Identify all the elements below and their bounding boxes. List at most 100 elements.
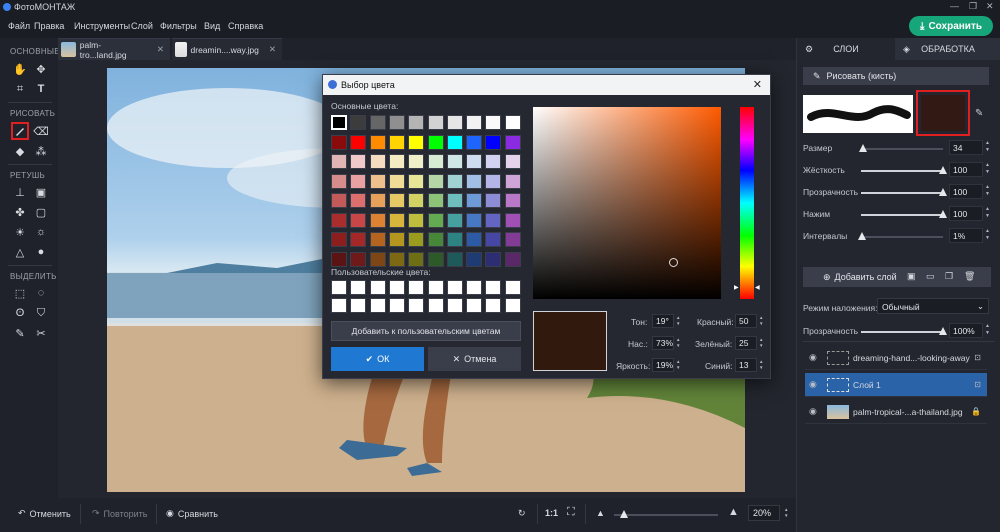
custom-color-swatch[interactable]	[446, 280, 463, 295]
actual-size-button[interactable]: 1:1	[545, 508, 558, 518]
zoom-slider[interactable]	[614, 510, 718, 518]
unlock-icon[interactable]: ⊡	[974, 353, 981, 362]
basic-color-swatch[interactable]	[427, 115, 444, 130]
doc-tab-dreaming[interactable]: dreamin....way.jpg ✕	[172, 38, 282, 60]
basic-color-swatch[interactable]	[369, 115, 386, 130]
brightness-input[interactable]: 19%	[652, 358, 674, 372]
add-layer-button[interactable]: ⊕ Добавить слой	[803, 267, 991, 287]
shapes-tool-icon[interactable]: ⁂	[33, 143, 49, 159]
basic-color-swatch[interactable]	[331, 154, 347, 169]
basic-color-swatch[interactable]	[427, 154, 444, 169]
basic-color-swatch[interactable]	[350, 115, 367, 130]
basic-color-swatch[interactable]	[369, 193, 386, 208]
layer-row-dreaming[interactable]: ◉ dreaming-hand...-looking-away ⊡	[805, 346, 987, 370]
brush-slider[interactable]	[858, 144, 943, 152]
basic-color-swatch[interactable]	[408, 232, 425, 247]
hue-spinner-icon[interactable]: ▲ ▼	[676, 315, 680, 327]
custom-color-swatch[interactable]	[350, 280, 367, 295]
crop-tool-icon[interactable]: ⌗	[12, 81, 28, 97]
basic-color-swatch[interactable]	[388, 134, 405, 150]
layer-opacity-input[interactable]: 100%	[949, 323, 983, 338]
basic-color-swatch[interactable]	[369, 212, 386, 228]
custom-color-swatch[interactable]	[331, 280, 347, 295]
sharpen-tool-icon[interactable]: △	[12, 244, 28, 260]
brush-slider[interactable]	[861, 210, 947, 218]
patch-tool-icon[interactable]: ▣	[33, 184, 49, 200]
saturation-value-field[interactable]	[533, 107, 721, 299]
redo-button[interactable]: ↷ Повторить	[92, 508, 147, 519]
unlock-icon[interactable]: ⊡	[974, 380, 981, 389]
undo-button[interactable]: ↶ Отменить	[18, 508, 71, 519]
stamp-tool-icon[interactable]: ⊥	[12, 184, 28, 200]
basic-color-swatch[interactable]	[485, 232, 502, 247]
basic-color-swatch[interactable]	[466, 232, 483, 247]
custom-color-swatch[interactable]	[388, 298, 405, 313]
menu-file[interactable]: Файл	[8, 21, 30, 31]
basic-color-swatch[interactable]	[504, 193, 521, 208]
basic-color-swatch[interactable]	[427, 232, 444, 247]
basic-color-swatch[interactable]	[504, 232, 521, 247]
custom-color-swatch[interactable]	[369, 280, 386, 295]
basic-color-swatch[interactable]	[408, 193, 425, 208]
slider-knob[interactable]	[939, 327, 947, 335]
basic-color-swatch[interactable]	[485, 193, 502, 208]
tab-layers[interactable]: ⚙ СЛОИ	[797, 38, 895, 60]
folder-icon[interactable]: ▭	[926, 271, 935, 282]
minimize-icon[interactable]: —	[950, 1, 959, 11]
basic-color-swatch[interactable]	[446, 232, 463, 247]
close-dialog-icon[interactable]: ✕	[753, 78, 762, 91]
basic-color-swatch[interactable]	[388, 212, 405, 228]
basic-color-swatch[interactable]	[369, 251, 386, 267]
add-custom-color-button[interactable]: Добавить к пользовательским цветам	[331, 321, 521, 341]
slider-knob[interactable]	[939, 210, 947, 218]
menu-tools[interactable]: Инструменты	[74, 21, 130, 31]
basic-color-swatch[interactable]	[408, 154, 425, 169]
healing-tool-icon[interactable]: ✤	[12, 204, 28, 220]
close-window-icon[interactable]: ✕	[986, 1, 994, 12]
basic-color-swatch[interactable]	[388, 154, 405, 169]
basic-color-swatch[interactable]	[485, 173, 502, 189]
menu-layer[interactable]: Слой	[131, 21, 153, 31]
custom-color-swatch[interactable]	[427, 298, 444, 313]
magic-select-icon[interactable]: ✂	[33, 325, 49, 341]
saturation-input[interactable]: 73%	[652, 336, 674, 350]
layer-opacity-slider[interactable]	[861, 327, 947, 335]
spinner-icon[interactable]: ▲ ▼	[985, 206, 990, 220]
menu-edit[interactable]: Правка	[34, 21, 64, 31]
hand-tool-icon[interactable]: ✋	[12, 61, 28, 77]
zoom-slider-knob[interactable]	[620, 510, 629, 518]
basic-color-swatch[interactable]	[504, 212, 521, 228]
basic-color-swatch[interactable]	[388, 251, 405, 267]
visibility-icon[interactable]: ◉	[809, 352, 817, 363]
basic-color-swatch[interactable]	[369, 134, 386, 150]
basic-color-swatch[interactable]	[388, 173, 405, 189]
basic-color-swatch[interactable]	[369, 154, 386, 169]
basic-color-swatch[interactable]	[350, 251, 367, 267]
rect-select-icon[interactable]: ⬚	[12, 285, 28, 301]
slider-knob[interactable]	[858, 144, 867, 152]
basic-color-swatch[interactable]	[485, 212, 502, 228]
basic-color-swatch[interactable]	[350, 232, 367, 247]
basic-color-swatch[interactable]	[504, 173, 521, 189]
close-tab-icon[interactable]: ✕	[157, 44, 164, 55]
slider-knob[interactable]	[939, 166, 947, 174]
basic-color-swatch[interactable]	[466, 193, 483, 208]
saturation-spinner-icon[interactable]: ▲ ▼	[676, 337, 680, 349]
layer-row-layer1[interactable]: ◉ Слой 1 ⊡	[805, 373, 987, 397]
basic-color-swatch[interactable]	[369, 232, 386, 247]
custom-color-swatch[interactable]	[350, 298, 367, 313]
slider-value-input[interactable]: 100	[949, 206, 983, 221]
custom-color-swatch[interactable]	[466, 280, 483, 295]
brush-color-swatch[interactable]	[921, 95, 965, 131]
menu-help[interactable]: Справка	[228, 21, 263, 31]
custom-color-swatch[interactable]	[331, 298, 347, 313]
basic-color-swatch[interactable]	[331, 212, 347, 228]
blue-spinner-icon[interactable]: ▲ ▼	[759, 359, 763, 371]
slider-knob[interactable]	[857, 232, 866, 240]
custom-color-swatch[interactable]	[485, 298, 502, 313]
slider-value-input[interactable]: 34	[949, 140, 983, 155]
maximize-icon[interactable]: ❐	[969, 1, 977, 12]
zoom-in-icon[interactable]: ▲	[728, 506, 739, 518]
basic-color-swatch[interactable]	[427, 134, 444, 150]
basic-color-swatch[interactable]	[408, 212, 425, 228]
